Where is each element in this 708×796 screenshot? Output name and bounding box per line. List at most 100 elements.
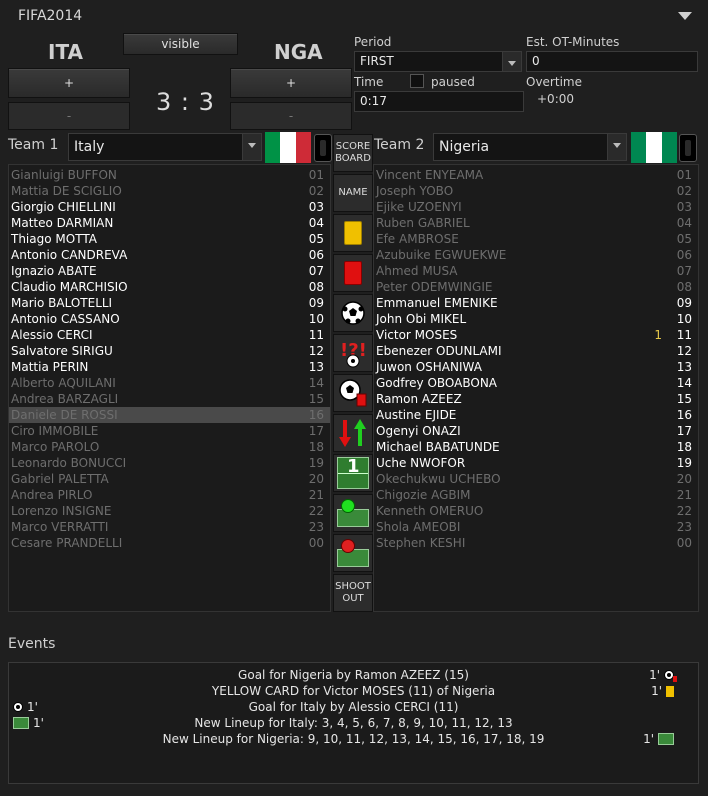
player-number: 17 (308, 424, 324, 438)
player-row[interactable]: Azubuike EGWUEKWE 06 (374, 247, 698, 263)
scoreboard-button[interactable]: SCORE BOARD (333, 134, 373, 172)
player-row[interactable]: Gianluigi BUFFON 01 (9, 167, 330, 183)
player-name: John Obi MIKEL (376, 312, 467, 326)
pitch-green-dot-icon (337, 499, 369, 527)
player-number: 18 (676, 440, 692, 454)
visible-button[interactable]: visible (123, 33, 238, 55)
player-name: Andrea BARZAGLI (11, 392, 119, 406)
substitution-button[interactable] (333, 414, 373, 452)
player-row[interactable]: Ahmed MUSA 07 (374, 263, 698, 279)
own-goal-button[interactable] (333, 374, 373, 412)
event-row: YELLOW CARD for Victor MOSES (11) of Nig… (9, 683, 698, 699)
player-row[interactable]: Godfrey OBOABONA 14 (374, 375, 698, 391)
player-row[interactable]: Andrea PIRLO 21 (9, 487, 330, 503)
goal-button[interactable] (333, 294, 373, 332)
player-row[interactable]: Antonio CASSANO 10 (9, 311, 330, 327)
player-row[interactable]: Cesare PRANDELLI 00 (9, 535, 330, 551)
player-row[interactable]: Gabriel PALETTA 20 (9, 471, 330, 487)
player-row[interactable]: Daniele DE ROSSI 16 (9, 407, 330, 423)
player-row[interactable]: Claudio MARCHISIO 08 (9, 279, 330, 295)
player-row[interactable]: Ebenezer ODUNLAMI 12 (374, 343, 698, 359)
player-row[interactable]: Kenneth OMERUO 22 (374, 503, 698, 519)
home-score-plus-button[interactable]: + (8, 68, 130, 98)
team1-dropdown[interactable]: Italy (68, 133, 262, 161)
lineup-icon (658, 733, 674, 745)
player-number: 14 (676, 376, 692, 390)
sub-in-button[interactable] (333, 494, 373, 532)
player-row[interactable]: Thiago MOTTA 05 (9, 231, 330, 247)
player-row[interactable]: Ogenyi ONAZI 17 (374, 423, 698, 439)
player-row[interactable]: Marco VERRATTI 23 (9, 519, 330, 535)
player-row[interactable]: Okechukwu UCHEBO 20 (374, 471, 698, 487)
player-row[interactable]: Emmanuel EMENIKE 09 (374, 295, 698, 311)
player-row[interactable]: Vincent ENYEAMA 01 (374, 167, 698, 183)
team1-toggle[interactable] (314, 134, 332, 162)
player-row[interactable]: Alberto AQUILANI 14 (9, 375, 330, 391)
player-name: Gabriel PALETTA (11, 472, 109, 486)
player-number: 12 (676, 344, 692, 358)
time-input[interactable]: 0:17 (354, 91, 524, 112)
player-row[interactable]: Victor MOSES 1 11 (374, 327, 698, 343)
away-score-minus-button[interactable]: - (230, 102, 352, 130)
player-row[interactable]: Ramon AZEEZ 15 (374, 391, 698, 407)
player-row[interactable]: Efe AMBROSE 05 (374, 231, 698, 247)
shootout-button[interactable]: SHOOT OUT (333, 574, 373, 612)
player-number: 21 (308, 488, 324, 502)
ot-minutes-input[interactable]: 0 (526, 51, 698, 72)
player-name: Ignazio ABATE (11, 264, 97, 278)
player-row[interactable]: Juwon OSHANIWA 13 (374, 359, 698, 375)
player-number: 02 (676, 184, 692, 198)
sub-out-button[interactable] (333, 534, 373, 572)
away-team-code: NGA (274, 40, 323, 64)
player-row[interactable]: Matteo DARMIAN 04 (9, 215, 330, 231)
player-row[interactable]: Andrea BARZAGLI 15 (9, 391, 330, 407)
player-row[interactable]: Uche NWOFOR 19 (374, 455, 698, 471)
player-number: 05 (676, 232, 692, 246)
player-row[interactable]: Alessio CERCI 11 (9, 327, 330, 343)
player-row[interactable]: Ciro IMMOBILE 17 (9, 423, 330, 439)
player-name: Mattia DE SCIGLIO (11, 184, 122, 198)
player-number: 11 (676, 328, 692, 342)
player-name: Uche NWOFOR (376, 456, 466, 470)
team2-toggle[interactable] (679, 134, 697, 162)
player-row[interactable]: Mario BALOTELLI 09 (9, 295, 330, 311)
player-name: Leonardo BONUCCI (11, 456, 127, 470)
player-row[interactable]: Peter ODEMWINGIE 08 (374, 279, 698, 295)
pitch-lineup-icon: 1 (337, 457, 369, 489)
away-score-plus-button[interactable]: + (230, 68, 352, 98)
chevron-down-icon[interactable] (678, 12, 692, 20)
player-name: Ramon AZEEZ (376, 392, 462, 406)
lineup-button[interactable]: 1 (333, 454, 373, 492)
player-row[interactable]: Marco PAROLO 18 (9, 439, 330, 455)
player-row[interactable]: Stephen KESHI 00 (374, 535, 698, 551)
player-row[interactable]: Mattia PERIN 13 (9, 359, 330, 375)
team2-dropdown[interactable]: Nigeria (433, 133, 627, 161)
player-row[interactable]: Shola AMEOBI 23 (374, 519, 698, 535)
red-card-button[interactable] (333, 254, 373, 292)
player-row[interactable]: Ejike UZOENYI 03 (374, 199, 698, 215)
disputed-goal-button[interactable]: !?! (333, 334, 373, 372)
events-label: Events (8, 636, 56, 652)
player-name: Lorenzo INSIGNE (11, 504, 112, 518)
name-button[interactable]: NAME (333, 174, 373, 212)
event-row: Goal for Nigeria by Ramon AZEEZ (15) 1' (9, 667, 698, 683)
yellow-card-button[interactable] (333, 214, 373, 252)
player-row[interactable]: Leonardo BONUCCI 19 (9, 455, 330, 471)
player-row[interactable]: Ruben GABRIEL 04 (374, 215, 698, 231)
player-number: 13 (308, 360, 324, 374)
player-row[interactable]: Ignazio ABATE 07 (9, 263, 330, 279)
player-row[interactable]: Chigozie AGBIM 21 (374, 487, 698, 503)
player-row[interactable]: Giorgio CHIELLINI 03 (9, 199, 330, 215)
player-row[interactable]: John Obi MIKEL 10 (374, 311, 698, 327)
player-row[interactable]: Antonio CANDREVA 06 (9, 247, 330, 263)
player-row[interactable]: Austine EJIDE 16 (374, 407, 698, 423)
player-row[interactable]: Joseph YOBO 02 (374, 183, 698, 199)
home-score-minus-button[interactable]: - (8, 102, 130, 130)
player-number: 14 (308, 376, 324, 390)
player-row[interactable]: Michael BABATUNDE 18 (374, 439, 698, 455)
player-row[interactable]: Mattia DE SCIGLIO 02 (9, 183, 330, 199)
period-dropdown[interactable]: FIRST (354, 51, 522, 72)
player-row[interactable]: Salvatore SIRIGU 12 (9, 343, 330, 359)
player-row[interactable]: Lorenzo INSIGNE 22 (9, 503, 330, 519)
paused-checkbox[interactable] (410, 74, 424, 88)
